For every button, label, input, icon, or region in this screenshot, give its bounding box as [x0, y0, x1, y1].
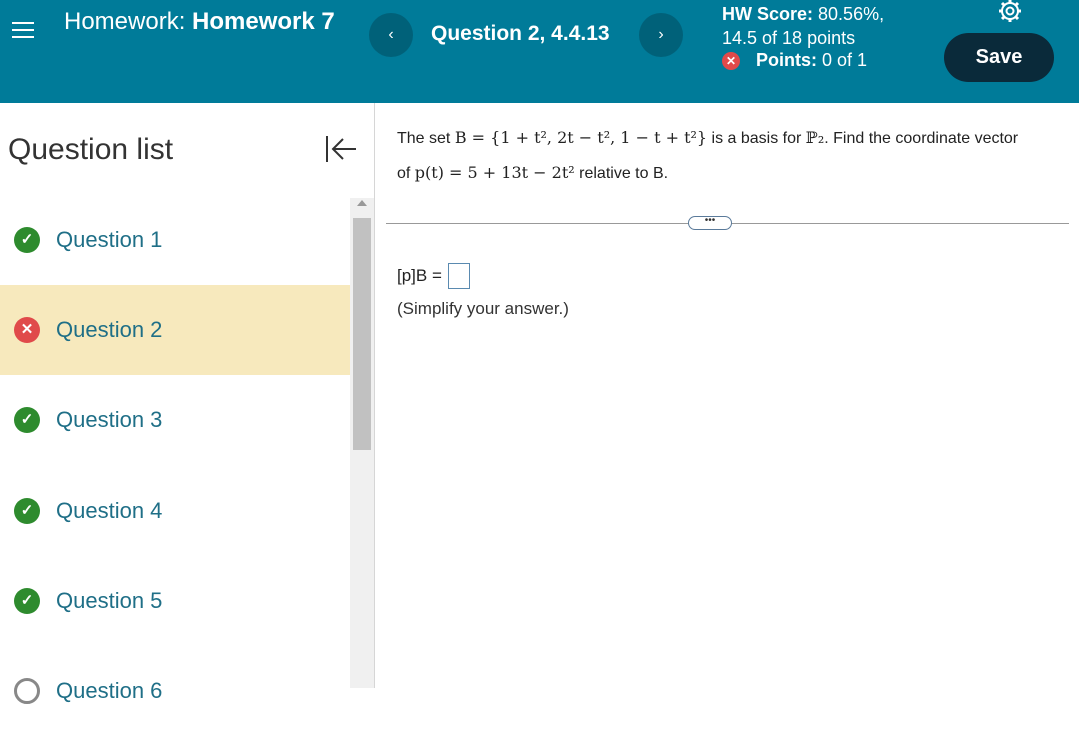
answer-hint: (Simplify your answer.)	[397, 299, 569, 318]
homework-title: Homework: Homework 7	[64, 8, 354, 35]
points-value: 0 of 1	[822, 50, 868, 70]
answer-label: [p]B =	[397, 266, 442, 285]
hw-score: HW Score: 80.56%, 14.5 of 18 points	[722, 2, 884, 50]
question-list-sidebar: Question list ✓ Question 1 ✕ Question 2 …	[0, 103, 375, 704]
hw-score-value: 80.56%,	[818, 4, 885, 24]
question-item-label: Question 5	[56, 588, 163, 613]
basis-expression: B = {1 + t², 2t − t², 1 − t + t²}	[454, 128, 708, 147]
homework-prefix: Homework:	[64, 8, 186, 35]
hw-score-label: HW Score:	[722, 4, 814, 24]
question-item-label: Question 1	[56, 227, 163, 252]
question-item-label: Question 3	[56, 407, 163, 432]
prompt-text: . Find the coordinate vector	[824, 130, 1019, 147]
scroll-thumb[interactable]	[353, 218, 371, 450]
scroll-up-arrow-icon[interactable]	[357, 200, 367, 206]
question-item-6[interactable]: Question 6	[0, 646, 350, 736]
question-item-5[interactable]: ✓ Question 5	[0, 556, 350, 646]
check-icon: ✓	[14, 227, 40, 253]
prompt-text: of	[397, 165, 415, 182]
hw-points: 14.5 of 18 points	[722, 28, 856, 48]
question-item-3[interactable]: ✓ Question 3	[0, 375, 350, 465]
top-header: Homework: Homework 7 ‹ Question 2, 4.4.1…	[0, 0, 1079, 103]
question-panel: The set B = {1 + t², 2t − t², 1 − t + t²…	[376, 103, 1079, 688]
menu-icon[interactable]	[12, 22, 34, 40]
more-options-button[interactable]: •••	[688, 216, 732, 230]
prompt-text: B.	[652, 165, 669, 182]
question-item-label: Question 6	[56, 678, 163, 703]
next-question-button[interactable]: ›	[639, 13, 683, 57]
collapse-arrow-icon	[326, 136, 356, 162]
previous-question-button[interactable]: ‹	[369, 13, 413, 57]
check-icon: ✓	[14, 498, 40, 524]
question-item-label: Question 2	[56, 317, 163, 342]
collapse-sidebar-icon[interactable]	[323, 133, 359, 165]
answer-row: [p]B =	[397, 263, 470, 289]
polynomial-expression: p(t) = 5 + 13t − 2t²	[414, 163, 575, 182]
prompt-text: is a basis for	[707, 130, 806, 147]
question-points: ✕ Points: 0 of 1	[722, 50, 867, 71]
question-prompt: The set B = {1 + t², 2t − t², 1 − t + t²…	[397, 121, 1072, 191]
question-title: Question 2, 4.4.13	[431, 22, 610, 45]
question-item-1[interactable]: ✓ Question 1	[0, 195, 350, 285]
unanswered-icon	[14, 678, 40, 704]
sidebar-scrollbar[interactable]	[350, 198, 374, 688]
gear-icon-svg	[999, 0, 1021, 22]
check-icon: ✓	[14, 407, 40, 433]
points-label: Points:	[756, 50, 817, 70]
x-icon: ✕	[14, 317, 40, 343]
question-item-2[interactable]: ✕ Question 2	[0, 285, 350, 375]
incorrect-icon: ✕	[722, 51, 740, 70]
question-item-4[interactable]: ✓ Question 4	[0, 466, 350, 556]
gear-icon[interactable]	[995, 0, 1025, 28]
save-button[interactable]: Save	[944, 33, 1054, 82]
homework-name: Homework 7	[192, 8, 335, 35]
check-icon: ✓	[14, 588, 40, 614]
question-item-label: Question 4	[56, 498, 163, 523]
space-symbol: ℙ₂	[805, 128, 825, 147]
question-list-title: Question list	[8, 133, 174, 166]
prompt-text: The set	[397, 130, 455, 147]
answer-input[interactable]	[447, 263, 470, 289]
prompt-text: relative to	[574, 165, 653, 182]
